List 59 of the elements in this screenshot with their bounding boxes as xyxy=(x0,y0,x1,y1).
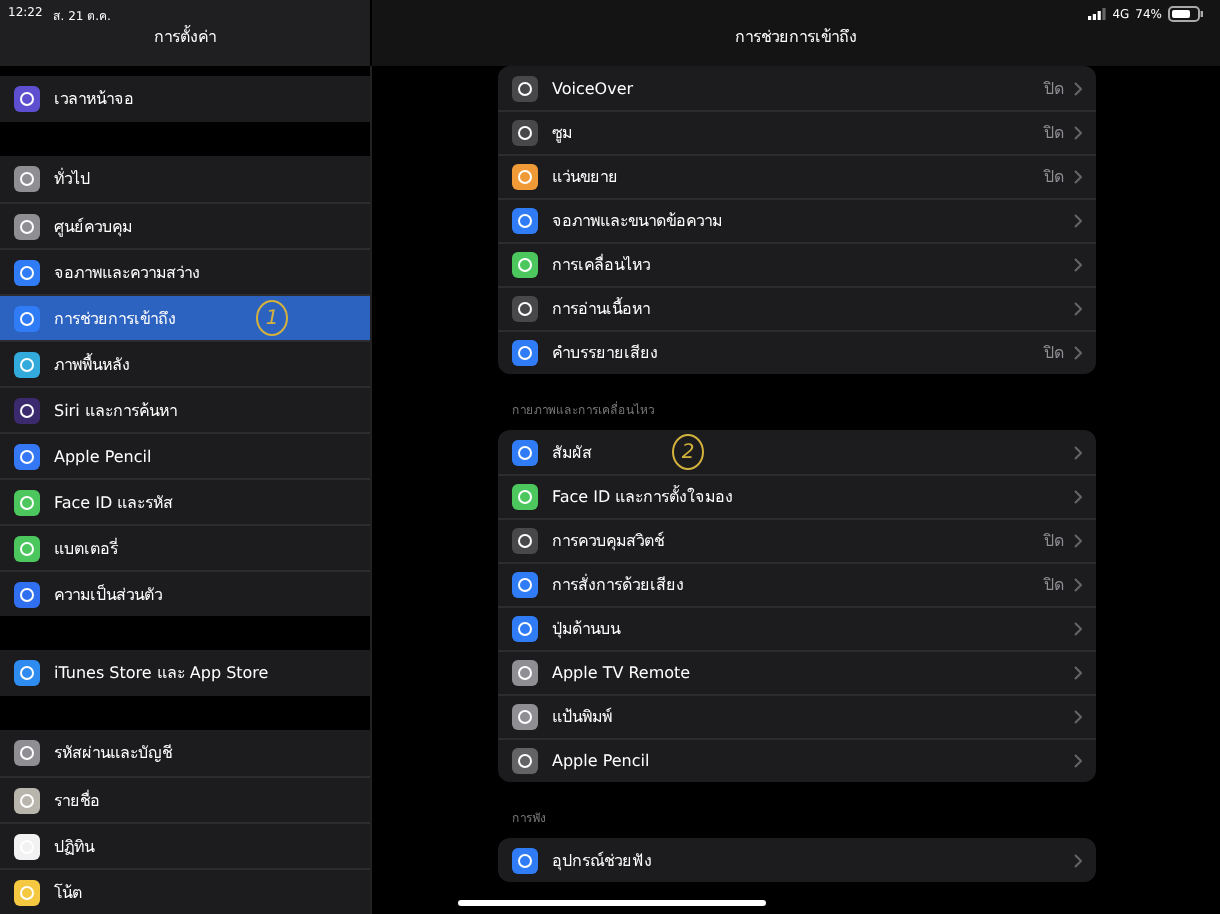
chevron-icon xyxy=(1074,666,1082,680)
settings-row[interactable]: ปุ่มด้านบน xyxy=(498,606,1096,650)
chevron-icon xyxy=(1074,346,1082,360)
settings-row[interactable]: Apple TV Remote xyxy=(498,650,1096,694)
sidebar-item[interactable]: ปฏิทิน xyxy=(0,822,370,868)
settings-row[interactable]: อุปกรณ์ช่วยฟัง xyxy=(498,838,1096,882)
row-value: ปิด xyxy=(1044,122,1064,146)
chevron-icon xyxy=(1074,710,1082,724)
chevron-icon xyxy=(1074,853,1082,867)
settings-row[interactable]: การอ่านเนื้อหา xyxy=(498,286,1096,330)
row-value: ปิด xyxy=(1044,166,1064,190)
sidebar-item[interactable]: เวลาหน้าจอ xyxy=(0,76,370,122)
settings-row[interactable]: แป้นพิมพ์ xyxy=(498,694,1096,738)
sidebar-item[interactable]: Face ID และรหัส xyxy=(0,478,370,524)
signal-icon xyxy=(1088,8,1107,20)
settings-row[interactable]: สัมผัส 2 xyxy=(498,430,1096,474)
chevron-icon xyxy=(1074,622,1082,636)
chevron-icon xyxy=(1074,445,1082,459)
settings-row[interactable]: จอภาพและขนาดข้อความ xyxy=(498,198,1096,242)
chevron-icon xyxy=(1074,81,1082,95)
battery-icon xyxy=(1168,6,1204,22)
chevron-icon xyxy=(1074,214,1082,228)
row-value: ปิด xyxy=(1044,77,1064,101)
sidebar-item[interactable]: รหัสผ่านและบัญชี xyxy=(0,730,370,776)
settings-row[interactable]: ซูม ปิด xyxy=(498,110,1096,154)
sidebar-item[interactable]: iTunes Store และ App Store xyxy=(0,650,370,696)
circled-number-annotation: 2 xyxy=(672,434,704,470)
sidebar-item[interactable]: โน้ต xyxy=(0,868,370,914)
chevron-icon xyxy=(1074,302,1082,316)
settings-row[interactable]: การควบคุมสวิตช์ ปิด xyxy=(498,518,1096,562)
sidebar-item[interactable]: ศูนย์ควบคุม xyxy=(0,202,370,248)
page-title: การช่วยการเข้าถึง xyxy=(733,26,859,50)
sidebar-item[interactable]: ความเป็นส่วนตัว xyxy=(0,570,370,616)
chevron-icon xyxy=(1074,578,1082,592)
settings-row[interactable]: Apple Pencil xyxy=(498,738,1096,782)
chevron-icon xyxy=(1074,126,1082,140)
sidebar-item[interactable]: Apple Pencil xyxy=(0,432,370,478)
sidebar-item[interactable]: แบตเตอรี่ xyxy=(0,524,370,570)
sidebar-item[interactable]: รายชื่อ xyxy=(0,776,370,822)
chevron-icon xyxy=(1074,534,1082,548)
row-value: ปิด xyxy=(1044,342,1064,366)
sidebar-item[interactable]: ภาพพื้นหลัง xyxy=(0,340,370,386)
sidebar-item[interactable]: ทั่วไป xyxy=(0,156,370,202)
row-value: ปิด xyxy=(1044,530,1064,554)
chevron-icon xyxy=(1074,490,1082,504)
sidebar-title: การตั้งค่า xyxy=(152,24,218,50)
settings-row[interactable]: การเคลื่อนไหว xyxy=(498,242,1096,286)
settings-row[interactable]: Face ID และการตั้งใจมอง xyxy=(498,474,1096,518)
chevron-icon xyxy=(1074,258,1082,272)
row-value: ปิด xyxy=(1044,574,1064,598)
settings-row[interactable]: การสั่งการด้วยเสียง ปิด xyxy=(498,562,1096,606)
settings-row[interactable]: คำบรรยายเสียง ปิด xyxy=(498,330,1096,374)
chevron-icon xyxy=(1074,754,1082,768)
chevron-icon xyxy=(1074,170,1082,184)
sidebar-item[interactable]: Siri และการค้นหา xyxy=(0,386,370,432)
sidebar-item[interactable]: การช่วยการเข้าถึง 1 xyxy=(0,294,370,340)
settings-row[interactable]: แว่นขยาย ปิด xyxy=(498,154,1096,198)
circled-number-annotation: 1 xyxy=(256,300,288,336)
settings-row[interactable]: VoiceOver ปิด xyxy=(498,66,1096,110)
